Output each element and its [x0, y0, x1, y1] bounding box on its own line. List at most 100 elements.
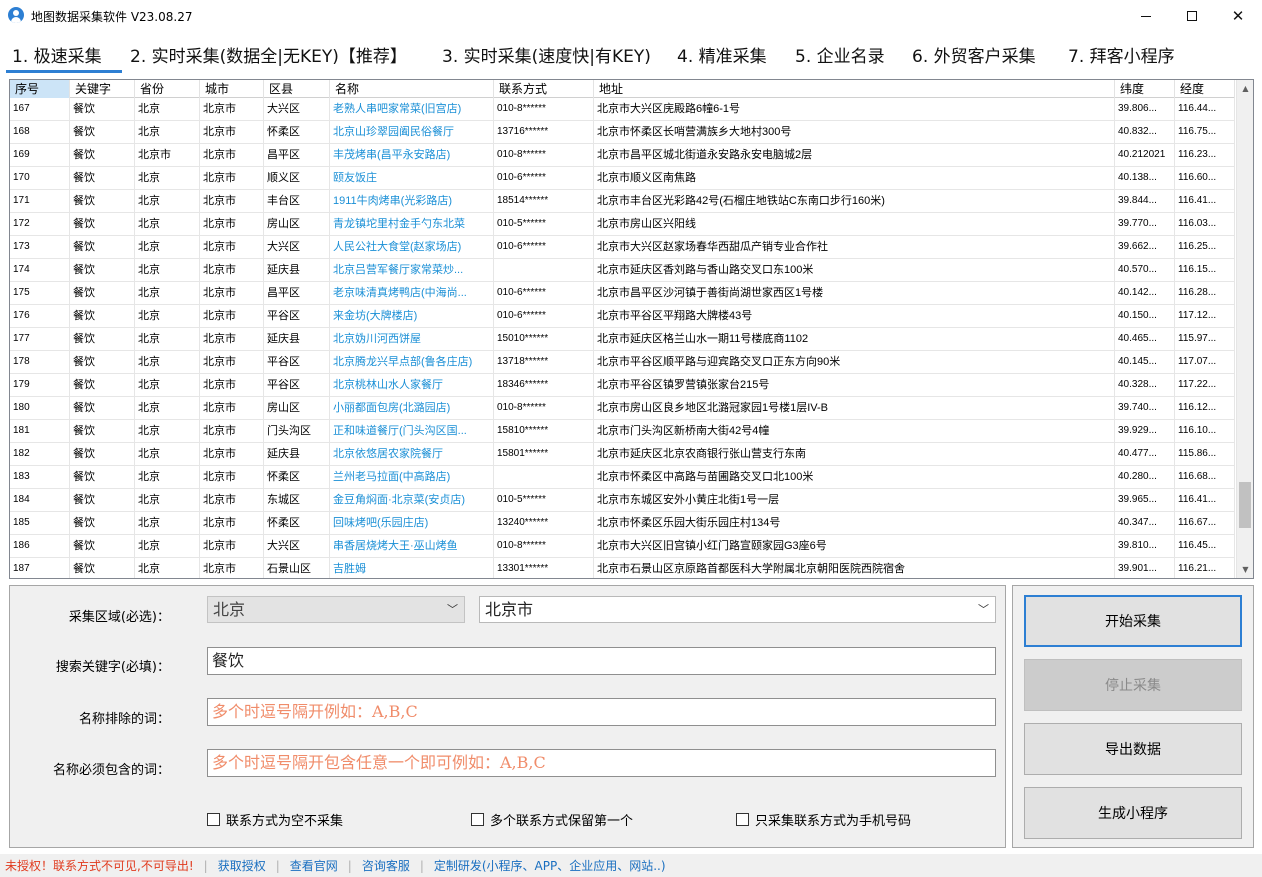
column-header[interactable]: 省份 — [135, 80, 200, 98]
column-header[interactable]: 城市 — [200, 80, 264, 98]
tab-precise-collect[interactable]: 4. 精准采集 — [677, 42, 767, 67]
tab-fast-collect[interactable]: 1. 极速采集 — [12, 42, 102, 67]
column-header[interactable]: 区县 — [264, 80, 330, 98]
table-cell: 40.138... — [1115, 167, 1175, 189]
scroll-down-icon[interactable]: ▼ — [1237, 561, 1253, 578]
table-row[interactable]: 171 餐饮 北京 北京市 丰台区 1911牛肉烤串(光彩路店) 18514****** 北京… — [10, 190, 1235, 213]
exclude-words-input[interactable]: 多个时逗号隔开例如：A,B,C — [207, 698, 996, 726]
table-cell: 餐饮 — [70, 236, 135, 258]
table-cell: 餐饮 — [70, 420, 135, 442]
table-cell: 北京市 — [200, 374, 264, 396]
close-icon: ✕ — [1231, 7, 1245, 25]
results-table[interactable]: 序号 关键字 省份 城市 区县 名称 联系方式 地址 纬度 经度 167 餐饮 北京 北京市 大兴区 老熟人… — [9, 79, 1254, 579]
column-header[interactable]: 名称 — [330, 80, 494, 98]
website-link[interactable]: 查看官网 — [290, 857, 338, 874]
table-cell: 北京 — [135, 236, 200, 258]
table-row[interactable]: 170 餐饮 北京 北京市 顺义区 颐友饭庄 010-6****** 北京市顺义区南焦路 40.… — [10, 167, 1235, 190]
table-cell: 北京 — [135, 98, 200, 120]
table-row[interactable]: 187 餐饮 北京 北京市 石景山区 吉胜姆 13301****** 北京市石景山区京原路首都… — [10, 558, 1235, 578]
table-cell: 116.44... — [1175, 98, 1235, 120]
tab-realtime-full[interactable]: 2. 实时采集(数据全|无KEY)【推荐】 — [130, 42, 407, 67]
table-cell: 北京市 — [200, 98, 264, 120]
scroll-up-icon[interactable]: ▲ — [1237, 80, 1253, 97]
table-row[interactable]: 172 餐饮 北京 北京市 房山区 青龙镇坨里村金手勺东北菜 010-5****** 北京市房… — [10, 213, 1235, 236]
place-name-cell: 兰州老马拉面(中高路店) — [330, 466, 494, 488]
keep-first-contact-checkbox[interactable]: 多个联系方式保留第一个 — [471, 810, 633, 829]
tab-miniprogram[interactable]: 7. 拜客小程序 — [1068, 42, 1175, 67]
table-cell: 174 — [10, 259, 70, 281]
checkbox-box[interactable] — [736, 813, 749, 826]
table-row[interactable]: 185 餐饮 北京 北京市 怀柔区 回味烤吧(乐园庄店) 13240****** 北京市怀柔区… — [10, 512, 1235, 535]
table-cell: 餐饮 — [70, 167, 135, 189]
table-row[interactable]: 184 餐饮 北京 北京市 东城区 金豆角焖面·北京菜(安贞店) 010-5****** 北京… — [10, 489, 1235, 512]
table-row[interactable]: 178 餐饮 北京 北京市 平谷区 北京腾龙兴早点部(鲁各庄店) 13718****** 北京… — [10, 351, 1235, 374]
get-license-link[interactable]: 获取授权 — [218, 857, 266, 874]
table-cell: 丰台区 — [264, 190, 330, 212]
table-cell: 北京市顺义区南焦路 — [594, 167, 1115, 189]
table-cell: 39.929... — [1115, 420, 1175, 442]
table-row[interactable]: 177 餐饮 北京 北京市 延庆县 北京妫川河西饼屋 15010****** 北京市延庆区格兰… — [10, 328, 1235, 351]
place-name-cell: 颐友饭庄 — [330, 167, 494, 189]
close-button[interactable]: ✕ — [1215, 0, 1261, 32]
province-select[interactable]: 北京 ﹀ — [207, 596, 465, 623]
mobile-only-checkbox[interactable]: 只采集联系方式为手机号码 — [736, 810, 911, 829]
table-cell: 北京市昌平区沙河镇于善街尚湖世家西区1号楼 — [594, 282, 1115, 304]
table-row[interactable]: 168 餐饮 北京 北京市 怀柔区 北京山珍翠园阖民俗餐厅 13716****** 北京市怀柔… — [10, 121, 1235, 144]
table-row[interactable]: 182 餐饮 北京 北京市 延庆县 北京依悠居农家院餐厅 15801****** 北京市延庆区… — [10, 443, 1235, 466]
scrollbar-thumb[interactable] — [1239, 482, 1251, 528]
minimize-icon — [1141, 15, 1151, 17]
skip-empty-contact-checkbox[interactable]: 联系方式为空不采集 — [207, 810, 343, 829]
start-collect-button[interactable]: 开始采集 — [1024, 595, 1242, 647]
table-row[interactable]: 186 餐饮 北京 北京市 大兴区 串香居烧烤大王·巫山烤鱼 010-8****** 北京市大… — [10, 535, 1235, 558]
table-cell: 116.75... — [1175, 121, 1235, 143]
column-header[interactable]: 纬度 — [1115, 80, 1175, 98]
support-link[interactable]: 咨询客服 — [362, 857, 410, 874]
table-row[interactable]: 169 餐饮 北京市 北京市 昌平区 丰茂烤串(昌平永安路店) 010-8****** 北京市… — [10, 144, 1235, 167]
table-row[interactable]: 176 餐饮 北京 北京市 平谷区 来金坊(大牌楼店) 010-6****** 北京市平谷区平… — [10, 305, 1235, 328]
generate-miniprogram-button[interactable]: 生成小程序 — [1024, 787, 1242, 839]
table-row[interactable]: 175 餐饮 北京 北京市 昌平区 老京味清真烤鸭店(中海尚... 010-6****** 北… — [10, 282, 1235, 305]
table-cell: 116.45... — [1175, 535, 1235, 557]
table-cell: 北京 — [135, 535, 200, 557]
table-row[interactable]: 174 餐饮 北京 北京市 延庆县 北京吕营军餐厅家常菜炒... 北京市延庆区香刘路与香山路… — [10, 259, 1235, 282]
tab-company-directory[interactable]: 5. 企业名录 — [795, 42, 885, 67]
table-row[interactable]: 180 餐饮 北京 北京市 房山区 小丽都面包房(北潞园店) 010-8****** 北京市房… — [10, 397, 1235, 420]
keyword-input[interactable]: 餐饮 — [207, 647, 996, 675]
tab-realtime-fast[interactable]: 3. 实时采集(速度快|有KEY) — [442, 42, 651, 67]
table-cell: 40.150... — [1115, 305, 1175, 327]
table-row[interactable]: 179 餐饮 北京 北京市 平谷区 北京桃林山水人家餐厅 18346****** 北京市平谷区… — [10, 374, 1235, 397]
table-cell: 39.844... — [1115, 190, 1175, 212]
column-header[interactable]: 联系方式 — [494, 80, 594, 98]
column-header[interactable]: 经度 — [1175, 80, 1235, 98]
export-data-button[interactable]: 导出数据 — [1024, 723, 1242, 775]
column-header[interactable]: 序号 — [10, 80, 70, 98]
stop-collect-button[interactable]: 停止采集 — [1024, 659, 1242, 711]
vertical-scrollbar[interactable]: ▲ ▼ — [1236, 80, 1253, 578]
table-row[interactable]: 167 餐饮 北京 北京市 大兴区 老熟人串吧家常菜(旧宫店) 010-8****** 北京市… — [10, 98, 1235, 121]
window-title: 地图数据采集软件 V23.08.27 — [31, 10, 193, 24]
table-cell: 116.10... — [1175, 420, 1235, 442]
checkbox-box[interactable] — [471, 813, 484, 826]
maximize-button[interactable] — [1169, 0, 1215, 32]
city-select[interactable]: 北京市 ﹀ — [479, 596, 996, 623]
table-cell: 010-8****** — [494, 535, 594, 557]
include-words-input[interactable]: 多个时逗号隔开包含任意一个即可例如：A,B,C — [207, 749, 996, 777]
column-header[interactable]: 地址 — [594, 80, 1115, 98]
table-cell: 39.770... — [1115, 213, 1175, 235]
custom-dev-link[interactable]: 定制研发(小程序、APP、企业应用、网站..) — [434, 857, 666, 874]
checkbox-box[interactable] — [207, 813, 220, 826]
table-cell: 39.810... — [1115, 535, 1175, 557]
table-cell: 北京 — [135, 167, 200, 189]
tab-foreign-trade[interactable]: 6. 外贸客户采集 — [912, 42, 1036, 67]
table-cell: 北京市平谷区镇罗营镇张家台215号 — [594, 374, 1115, 396]
table-cell: 大兴区 — [264, 98, 330, 120]
column-header[interactable]: 关键字 — [70, 80, 135, 98]
active-tab-indicator — [6, 70, 122, 73]
minimize-button[interactable] — [1123, 0, 1169, 32]
table-row[interactable]: 181 餐饮 北京 北京市 门头沟区 正和味道餐厅(门头沟区国... 15810******… — [10, 420, 1235, 443]
table-row[interactable]: 173 餐饮 北京 北京市 大兴区 人民公社大食堂(赵家场店) 010-6****** 北京市… — [10, 236, 1235, 259]
table-cell: 北京市门头沟区新桥南大街42号4幢 — [594, 420, 1115, 442]
table-row[interactable]: 183 餐饮 北京 北京市 怀柔区 兰州老马拉面(中高路店) 北京市怀柔区中高路与苗圃路交叉… — [10, 466, 1235, 489]
table-cell: 北京 — [135, 443, 200, 465]
table-cell: 116.67... — [1175, 512, 1235, 534]
